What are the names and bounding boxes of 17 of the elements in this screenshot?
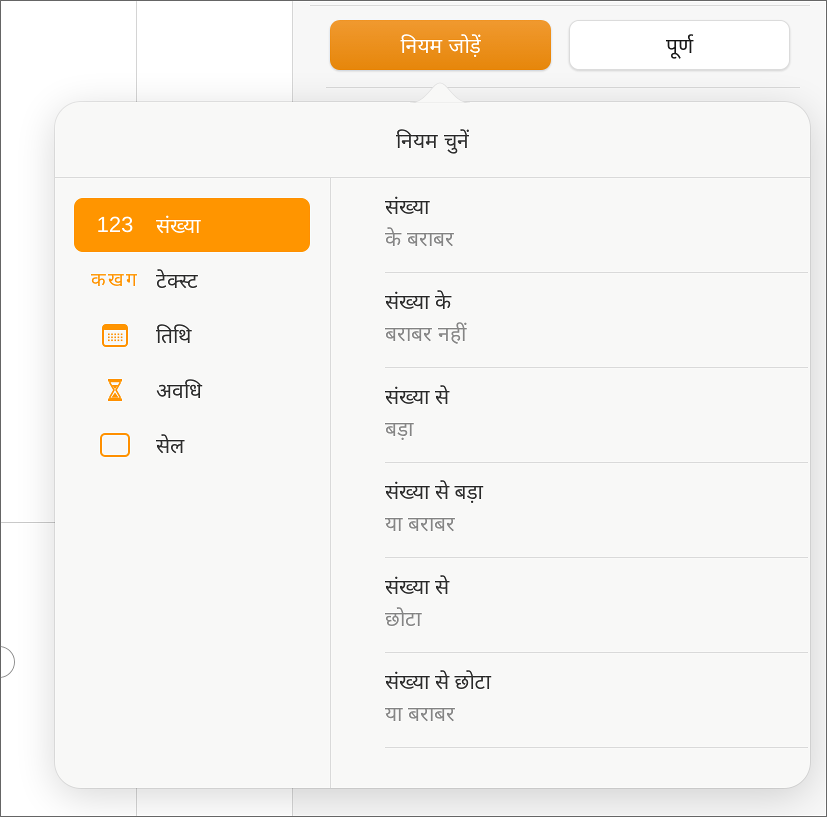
rule-option[interactable]: संख्या से बड़ा — [385, 368, 808, 463]
popover-title: नियम चुनें — [396, 128, 469, 154]
rule-option[interactable]: संख्या से बड़ा या बराबर — [385, 463, 808, 558]
rule-option[interactable]: संख्या से छोटा — [385, 558, 808, 653]
category-item[interactable]: सेल — [74, 418, 310, 472]
rule-option[interactable]: संख्या के बराबर — [385, 178, 808, 273]
rectangle-icon — [100, 433, 130, 457]
letters-icon: कखग — [91, 270, 139, 290]
calendar-icon — [102, 324, 128, 346]
hourglass-icon — [108, 379, 122, 401]
category-item[interactable]: अवधि — [74, 363, 310, 417]
digits-icon: 123 — [96, 214, 134, 236]
category-item[interactable]: कखग टेक्स्ट — [74, 253, 310, 307]
rule-option[interactable]: संख्या के बराबर नहीं — [385, 273, 808, 368]
rule-option[interactable]: संख्या से छोटा या बराबर — [385, 653, 808, 748]
done-button[interactable]: पूर्ण — [569, 20, 790, 70]
category-item[interactable]: तिथि — [74, 308, 310, 362]
